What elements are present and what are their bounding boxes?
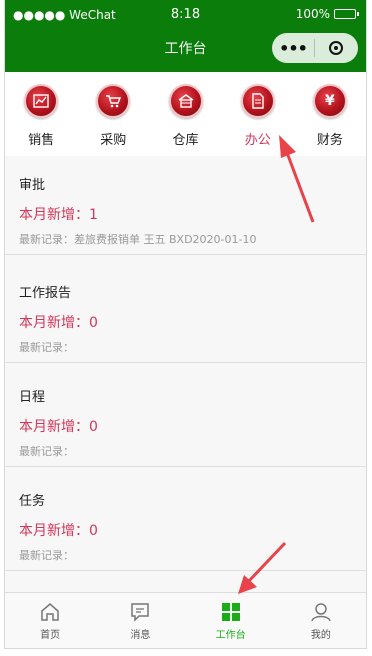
tab-home[interactable]: 首页 [5, 593, 95, 648]
shopping-cart-icon [96, 84, 131, 118]
quick-menu-label: 办公 [244, 133, 271, 148]
profile-icon [311, 603, 331, 622]
tab-label: 我的 [310, 630, 331, 641]
tab-workbench[interactable]: 工作台 [186, 593, 276, 648]
quick-menu-label: 采购 [100, 133, 127, 148]
quick-menu-purchase[interactable]: 采购 [77, 72, 149, 156]
close-button[interactable] [315, 41, 357, 55]
battery-indicator: 100% [295, 7, 359, 21]
battery-icon [334, 9, 359, 19]
top-bar: ●●●●● WeChat 8:18 100% 工作台 ••• [5, 0, 366, 72]
tab-label: 消息 [130, 630, 151, 641]
quick-menu-finance[interactable]: ¥ 财务 [294, 72, 366, 156]
quick-menu: 销售 采购 仓库 办公 ¥ 财务 [5, 72, 366, 156]
latest-record: 最新记录：差旅费报销单 王五 BXD2020-01-10 [19, 233, 257, 246]
finance-yuan-icon: ¥ [312, 84, 347, 118]
quick-menu-label: 财务 [316, 133, 343, 148]
tab-messages[interactable]: 消息 [95, 593, 185, 648]
phone-frame: ●●●●● WeChat 8:18 100% 工作台 ••• 销售 采购 仓库 … [4, 0, 367, 649]
tab-label: 首页 [40, 630, 61, 641]
section-title: 审批 [19, 178, 46, 193]
section-title: 任务 [19, 494, 46, 509]
section-title: 日程 [19, 390, 46, 405]
section-schedule[interactable]: 日程 本月新增：0 最新记录： [5, 368, 366, 467]
target-close-icon [329, 41, 343, 55]
monthly-new-count: 本月新增：0 [19, 419, 98, 435]
tab-profile[interactable]: 我的 [276, 593, 366, 648]
warehouse-icon [168, 84, 203, 118]
section-title: 工作报告 [19, 286, 72, 301]
sales-chart-icon [24, 84, 59, 118]
monthly-new-count: 本月新增：1 [19, 207, 98, 223]
status-bar: ●●●●● WeChat 8:18 100% [5, 0, 366, 30]
tab-label: 工作台 [215, 630, 246, 641]
latest-record: 最新记录： [19, 445, 74, 458]
latest-record: 最新记录： [19, 549, 74, 562]
section-work-report[interactable]: 工作报告 本月新增：0 最新记录： [5, 264, 366, 363]
monthly-new-count: 本月新增：0 [19, 315, 98, 331]
quick-menu-office[interactable]: 办公 [222, 72, 294, 156]
mini-program-capsule: ••• [272, 33, 358, 63]
yuan-glyph: ¥ [325, 93, 335, 109]
bottom-tab-bar: 首页 消息 工作台 我的 [5, 592, 366, 648]
quick-menu-warehouse[interactable]: 仓库 [149, 72, 221, 156]
battery-percent: 100% [295, 7, 330, 21]
latest-record: 最新记录： [19, 341, 74, 354]
quick-menu-label: 仓库 [172, 133, 199, 148]
workbench-grid-icon [221, 603, 240, 621]
quick-menu-label: 销售 [28, 133, 55, 148]
message-icon [131, 603, 150, 622]
section-approval[interactable]: 审批 本月新增：1 最新记录：差旅费报销单 王五 BXD2020-01-10 [5, 156, 366, 255]
quick-menu-sales[interactable]: 销售 [5, 72, 77, 156]
monthly-new-count: 本月新增：0 [19, 523, 98, 539]
home-icon [41, 603, 59, 621]
office-document-icon [240, 84, 275, 118]
more-dots-icon[interactable]: ••• [272, 39, 314, 58]
section-tasks[interactable]: 任务 本月新增：0 最新记录： [5, 472, 366, 571]
